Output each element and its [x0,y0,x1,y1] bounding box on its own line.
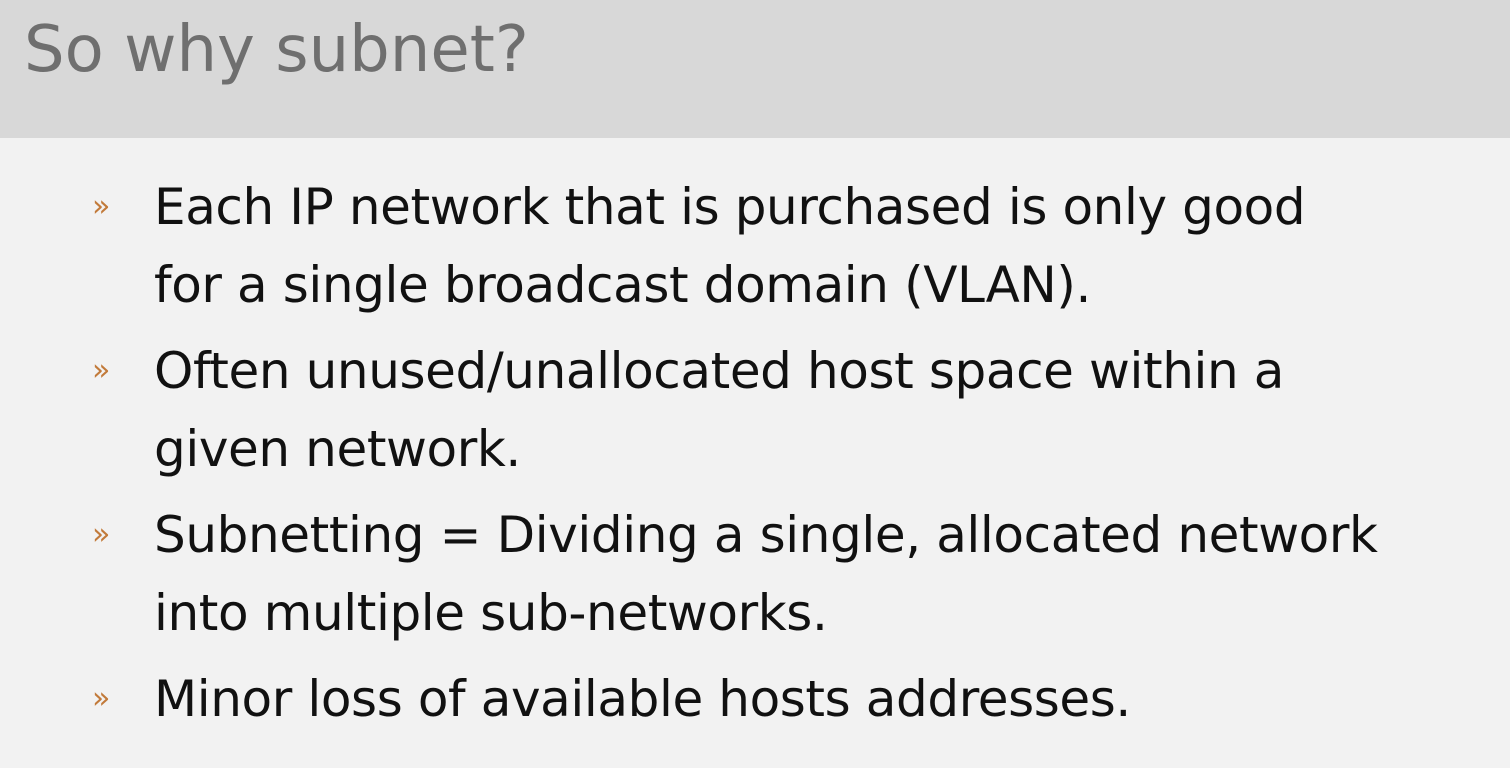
slide: So why subnet? » Each IP network that is… [0,0,1510,768]
bullet-marker-icon: » [92,353,111,388]
bullet-text: Often unused/unallocated host space with… [154,342,1285,478]
title-bar: So why subnet? [0,0,1510,138]
bullet-item: » Subnetting = Dividing a single, alloca… [92,496,1492,652]
bullet-marker-icon: » [92,189,111,224]
bullet-item: » Each IP network that is purchased is o… [92,168,1492,324]
bullet-item: » Minor loss of available hosts addresse… [92,660,1492,738]
bullet-marker-icon: » [92,681,111,716]
bullet-marker-icon: » [92,517,111,552]
bullet-text: Subnetting = Dividing a single, allocate… [154,506,1378,642]
bullet-list: » Each IP network that is purchased is o… [92,168,1492,746]
slide-title: So why subnet? [24,13,529,87]
bullet-text: Minor loss of available hosts addresses. [154,670,1131,728]
bullet-text: Each IP network that is purchased is onl… [154,178,1306,314]
bullet-item: » Often unused/unallocated host space wi… [92,332,1492,488]
